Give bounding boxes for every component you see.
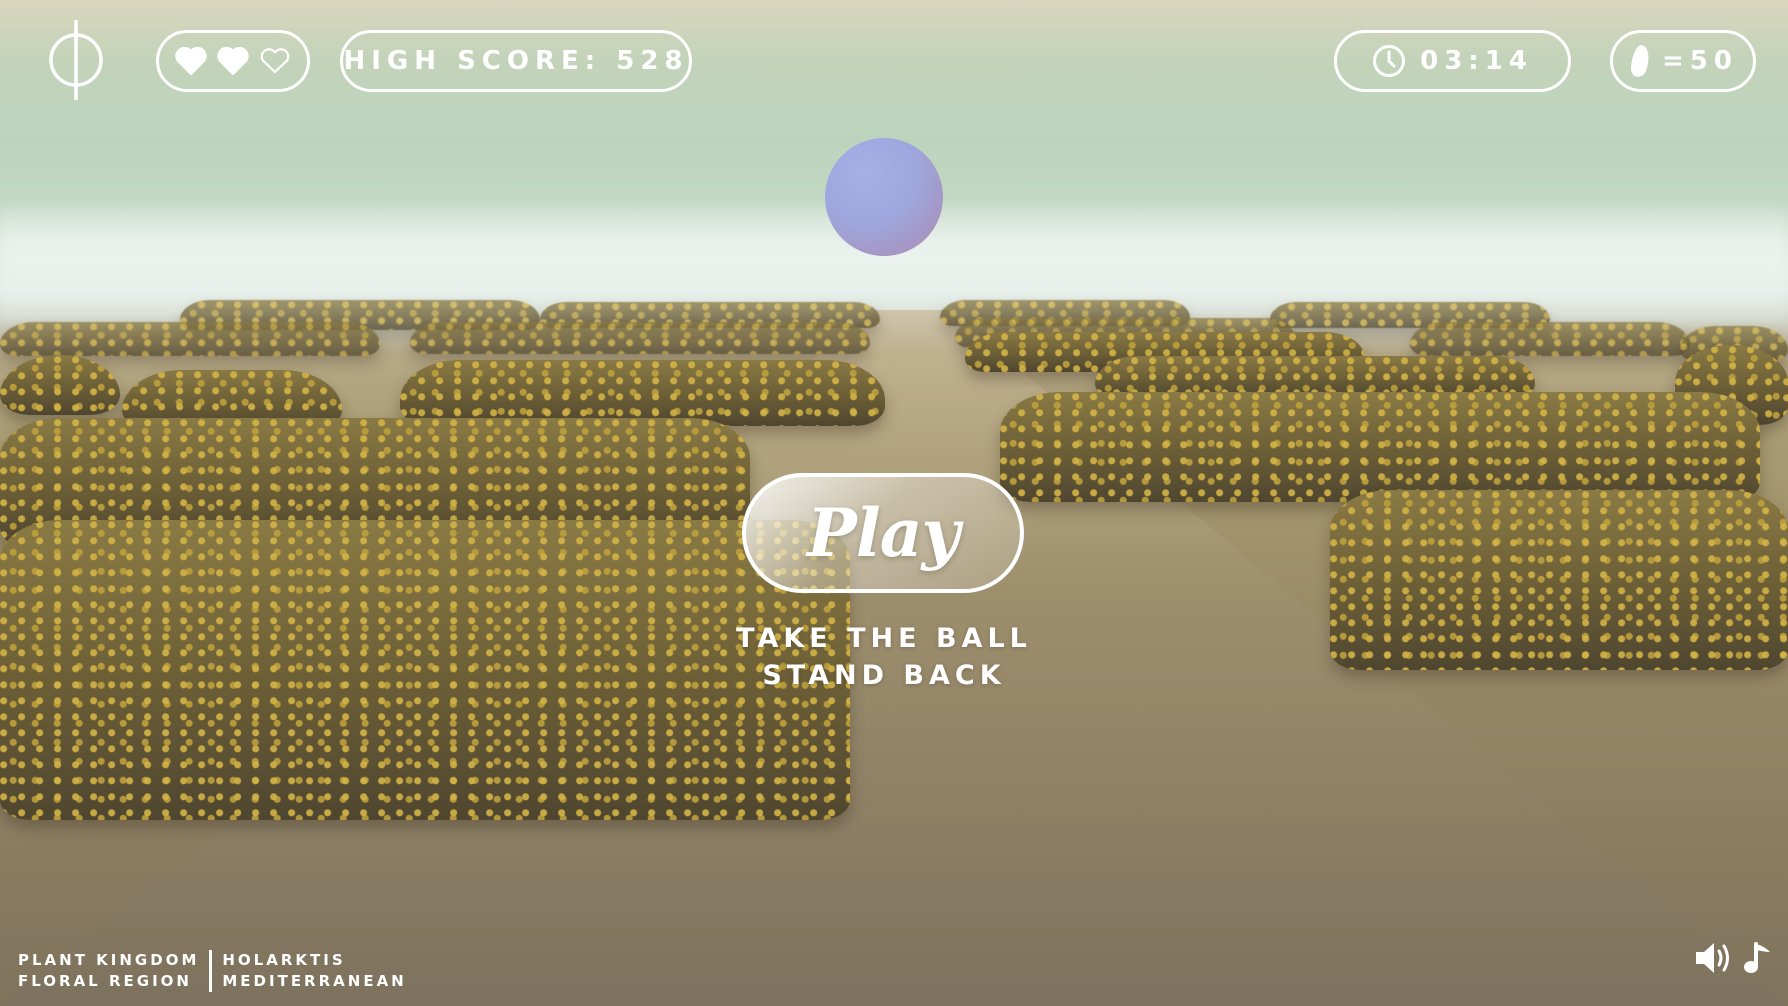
timer-text: 03:14: [1420, 46, 1533, 76]
lives-indicator: [156, 30, 310, 92]
heart-outline-icon: [260, 48, 290, 74]
heart-icon: [175, 47, 207, 75]
region-divider: [209, 950, 213, 992]
speaker-icon[interactable]: [1694, 940, 1734, 976]
game-ball[interactable]: [825, 138, 943, 256]
timer-display: 03:14: [1334, 30, 1571, 92]
heart-icon: [217, 47, 249, 75]
kingdom-value: HOLARKTIS: [222, 951, 346, 969]
music-note-icon[interactable]: [1742, 940, 1774, 976]
high-score-text: HIGH SCORE: 528: [343, 46, 689, 76]
hedge: [410, 322, 870, 354]
phi-logo-icon[interactable]: [48, 18, 104, 102]
instruction-line-2: STAND BACK: [762, 660, 1006, 691]
instruction-line-1: TAKE THE BALL: [736, 623, 1032, 654]
play-label: Play: [807, 494, 960, 572]
hedge: [1330, 490, 1788, 670]
instructions: TAKE THE BALL STAND BACK: [700, 620, 1068, 694]
region-value: MEDITERRANEAN: [222, 972, 407, 990]
game-scene: HIGH SCORE: 528 03:14 =50 Play TAKE THE …: [0, 0, 1788, 1006]
high-score-display: HIGH SCORE: 528: [340, 30, 692, 92]
hedge: [0, 355, 120, 415]
seed-count-text: =50: [1662, 46, 1738, 76]
kingdom-label: PLANT KINGDOM: [18, 951, 200, 969]
region-values: HOLARKTIS MEDITERRANEAN: [222, 950, 406, 992]
hedge: [1410, 322, 1690, 356]
region-info: PLANT KINGDOM FLORAL REGION HOLARKTIS ME…: [18, 950, 407, 992]
seed-icon: [1631, 44, 1649, 77]
region-labels: PLANT KINGDOM FLORAL REGION: [18, 950, 199, 992]
region-label: FLORAL REGION: [18, 972, 192, 990]
hedge: [1000, 392, 1760, 502]
play-button[interactable]: Play: [742, 473, 1024, 593]
hedge: [400, 360, 885, 426]
hedge: [0, 322, 380, 356]
clock-icon: [1373, 45, 1406, 77]
seed-counter: =50: [1610, 30, 1756, 92]
